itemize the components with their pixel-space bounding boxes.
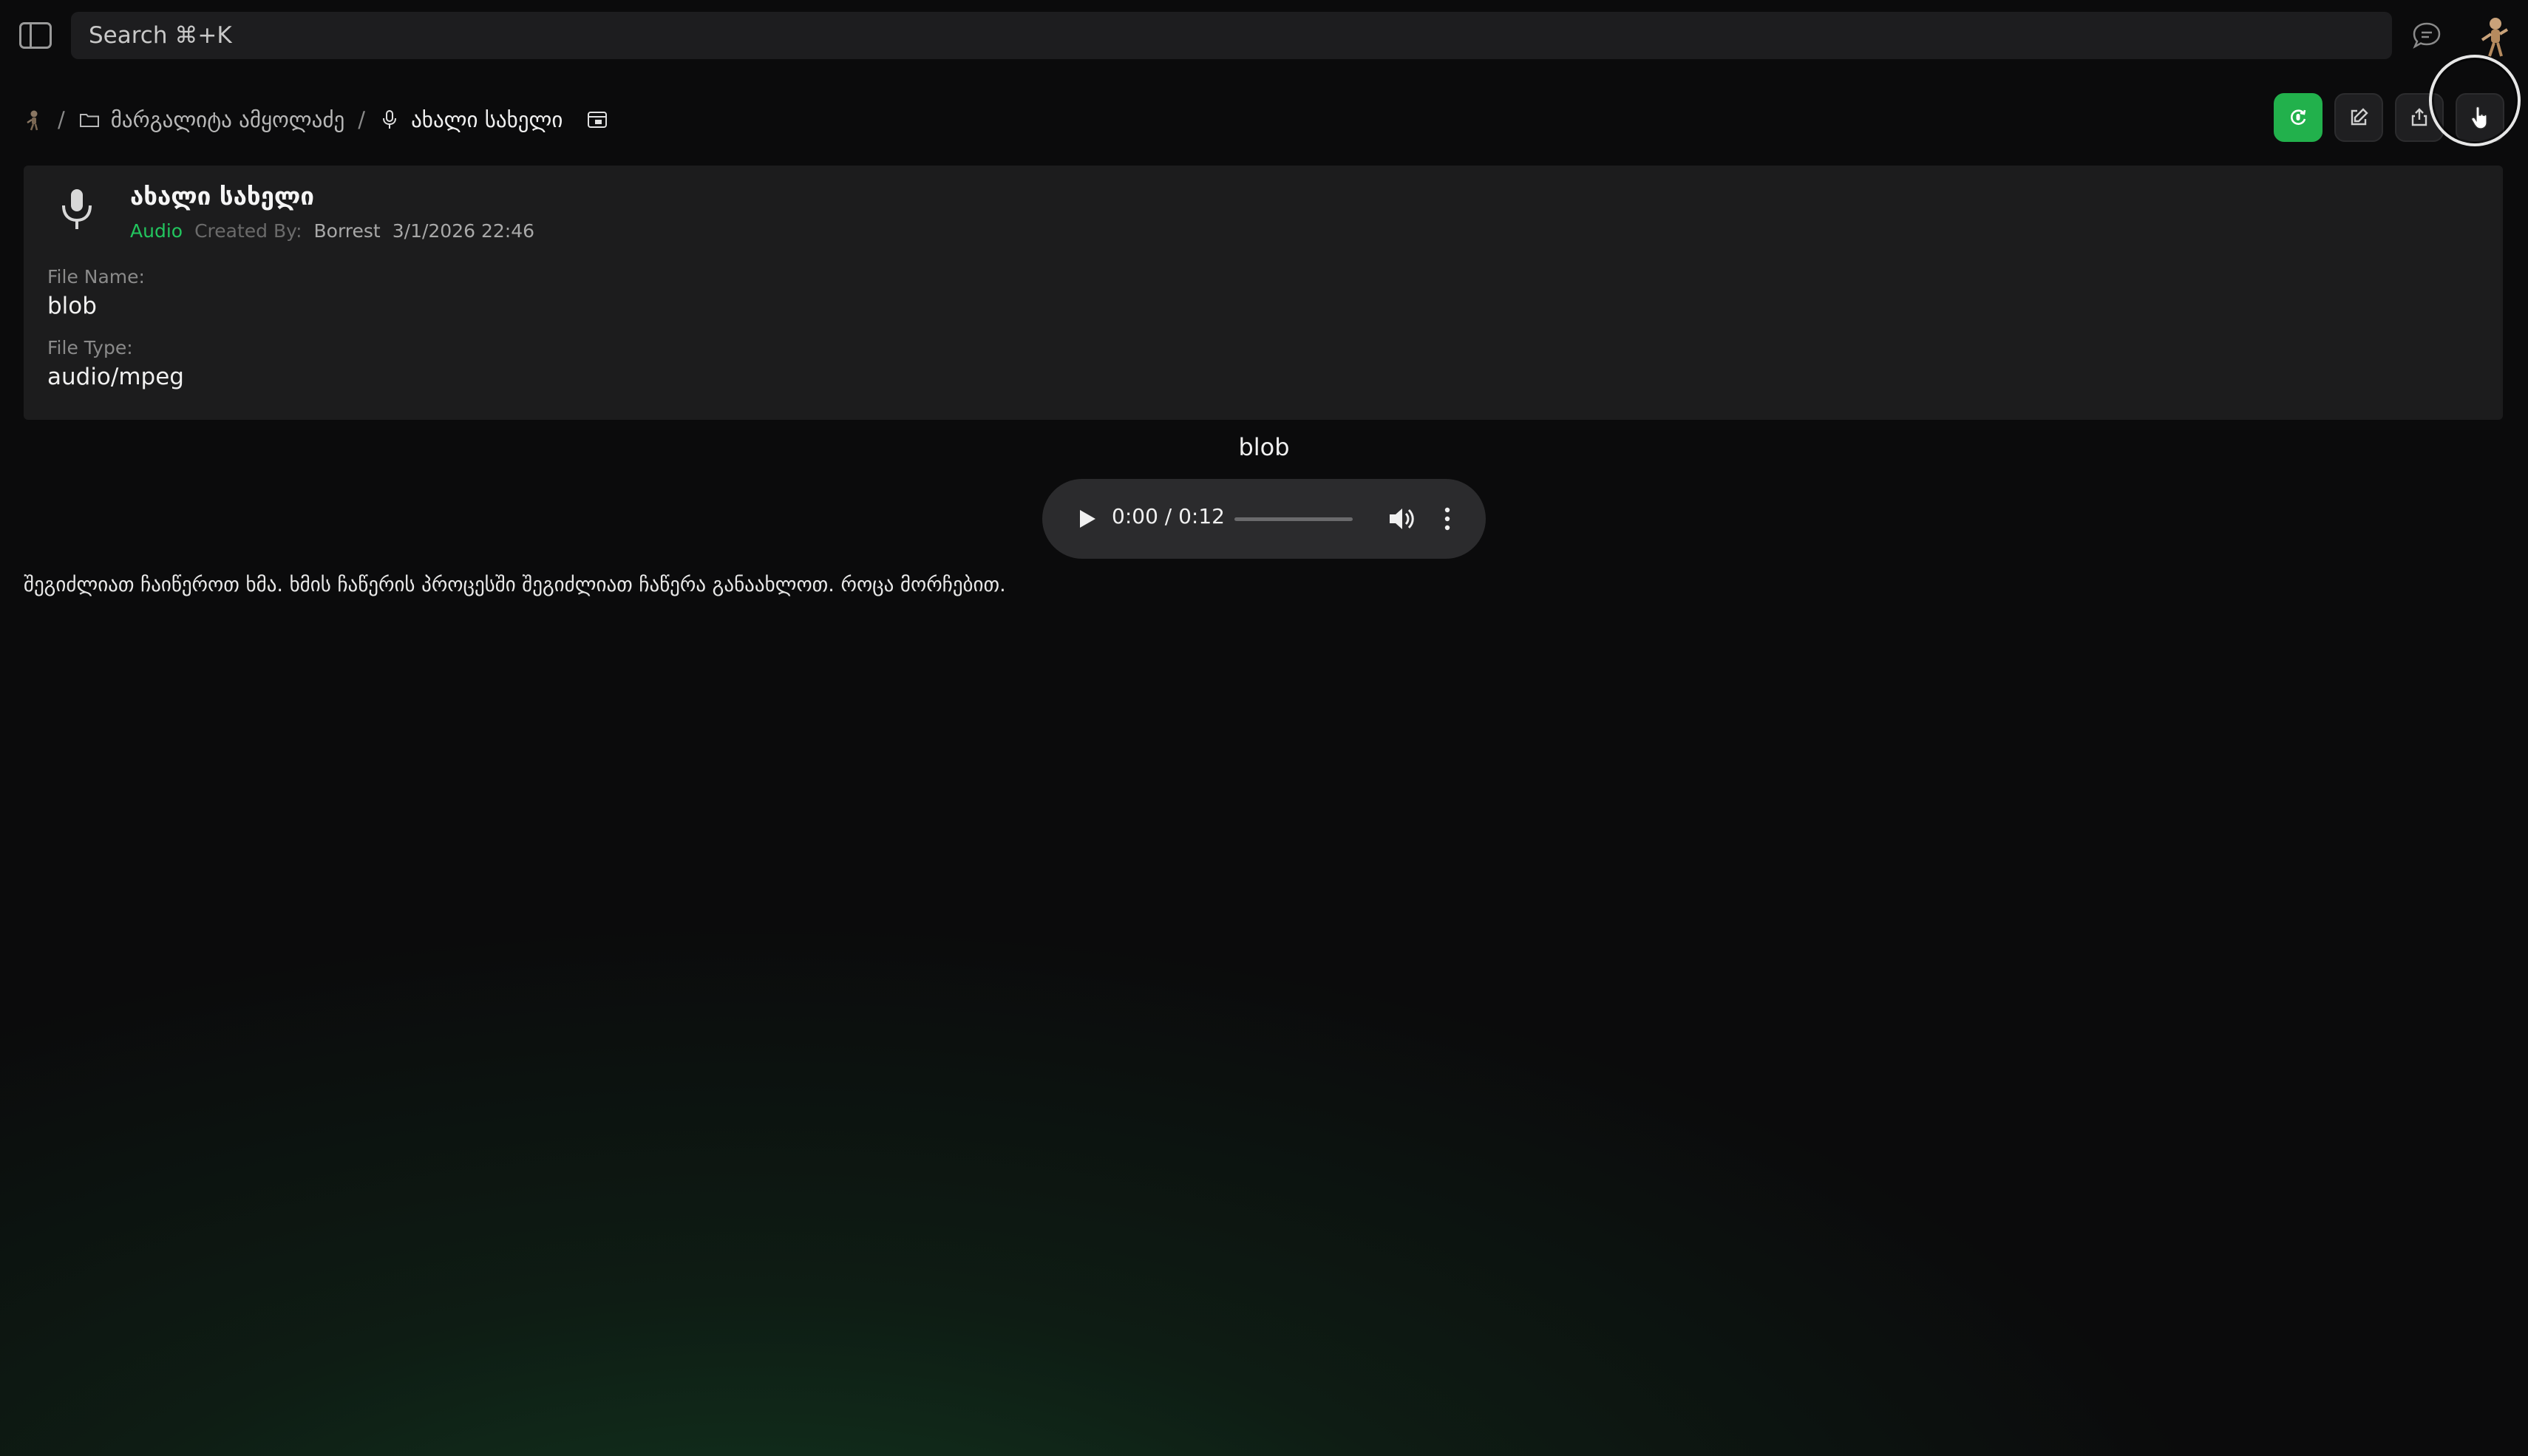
search-placeholder: Search ⌘+K	[89, 22, 232, 49]
item-author: Borrest	[313, 220, 381, 242]
edit-icon	[2351, 108, 2368, 126]
item-meta: Audio Created By: Borrest 3/1/2026 22:46	[130, 220, 534, 242]
open-in-window-icon[interactable]	[586, 109, 608, 131]
volume-icon[interactable]	[1387, 504, 1416, 534]
folder-icon	[79, 114, 99, 127]
item-description: შეგიძლიათ ჩაიწეროთ ხმა. ხმის ჩაწერის პრო…	[24, 574, 1006, 596]
play-icon[interactable]	[1073, 506, 1100, 532]
record-icon	[2291, 109, 2306, 125]
sidebar-toggle-icon[interactable]	[19, 22, 52, 49]
created-by-label: Created By:	[194, 220, 302, 242]
microphone-icon	[62, 189, 92, 229]
item-info-card: ახალი სახელი Audio Created By: Borrest 3…	[24, 166, 2503, 420]
item-date: 3/1/2026 22:46	[392, 220, 535, 242]
record-button[interactable]	[2274, 93, 2323, 142]
audio-progress-slider[interactable]	[1234, 517, 1353, 521]
audio-time: 0:00 / 0:12	[1112, 504, 1225, 528]
item-title: ახალი სახელი	[130, 182, 314, 211]
audio-player: 0:00 / 0:12	[1042, 479, 1486, 559]
breadcrumb-separator: /	[358, 107, 366, 132]
search-input[interactable]: Search ⌘+K	[71, 12, 2392, 59]
share-icon	[2411, 108, 2427, 126]
file-name-value: blob	[47, 293, 97, 319]
breadcrumb-current: ახალი სახელი	[411, 107, 563, 132]
breadcrumb-separator: /	[58, 107, 65, 132]
breadcrumb-folder[interactable]: მარგალიტა ამყოლაძე	[111, 107, 345, 132]
avatar[interactable]	[2473, 15, 2513, 59]
item-type-badge: Audio	[130, 220, 183, 242]
top-bar: Search ⌘+K	[0, 0, 2528, 71]
file-type-label: File Type:	[47, 337, 133, 358]
file-type-value: audio/mpeg	[47, 364, 184, 390]
file-name-label: File Name:	[47, 266, 145, 288]
audio-title: blob	[1238, 433, 1290, 461]
home-avatar-icon[interactable]	[22, 109, 44, 131]
chat-bubble-icon[interactable]	[2411, 21, 2442, 50]
cursor-highlight	[2429, 55, 2521, 146]
breadcrumb: / მარგალიტა ამყოლაძე / ახალი სახელი	[22, 103, 608, 136]
more-vertical-icon[interactable]	[1440, 504, 1455, 534]
edit-button[interactable]	[2334, 93, 2383, 142]
microphone-icon	[383, 110, 397, 129]
